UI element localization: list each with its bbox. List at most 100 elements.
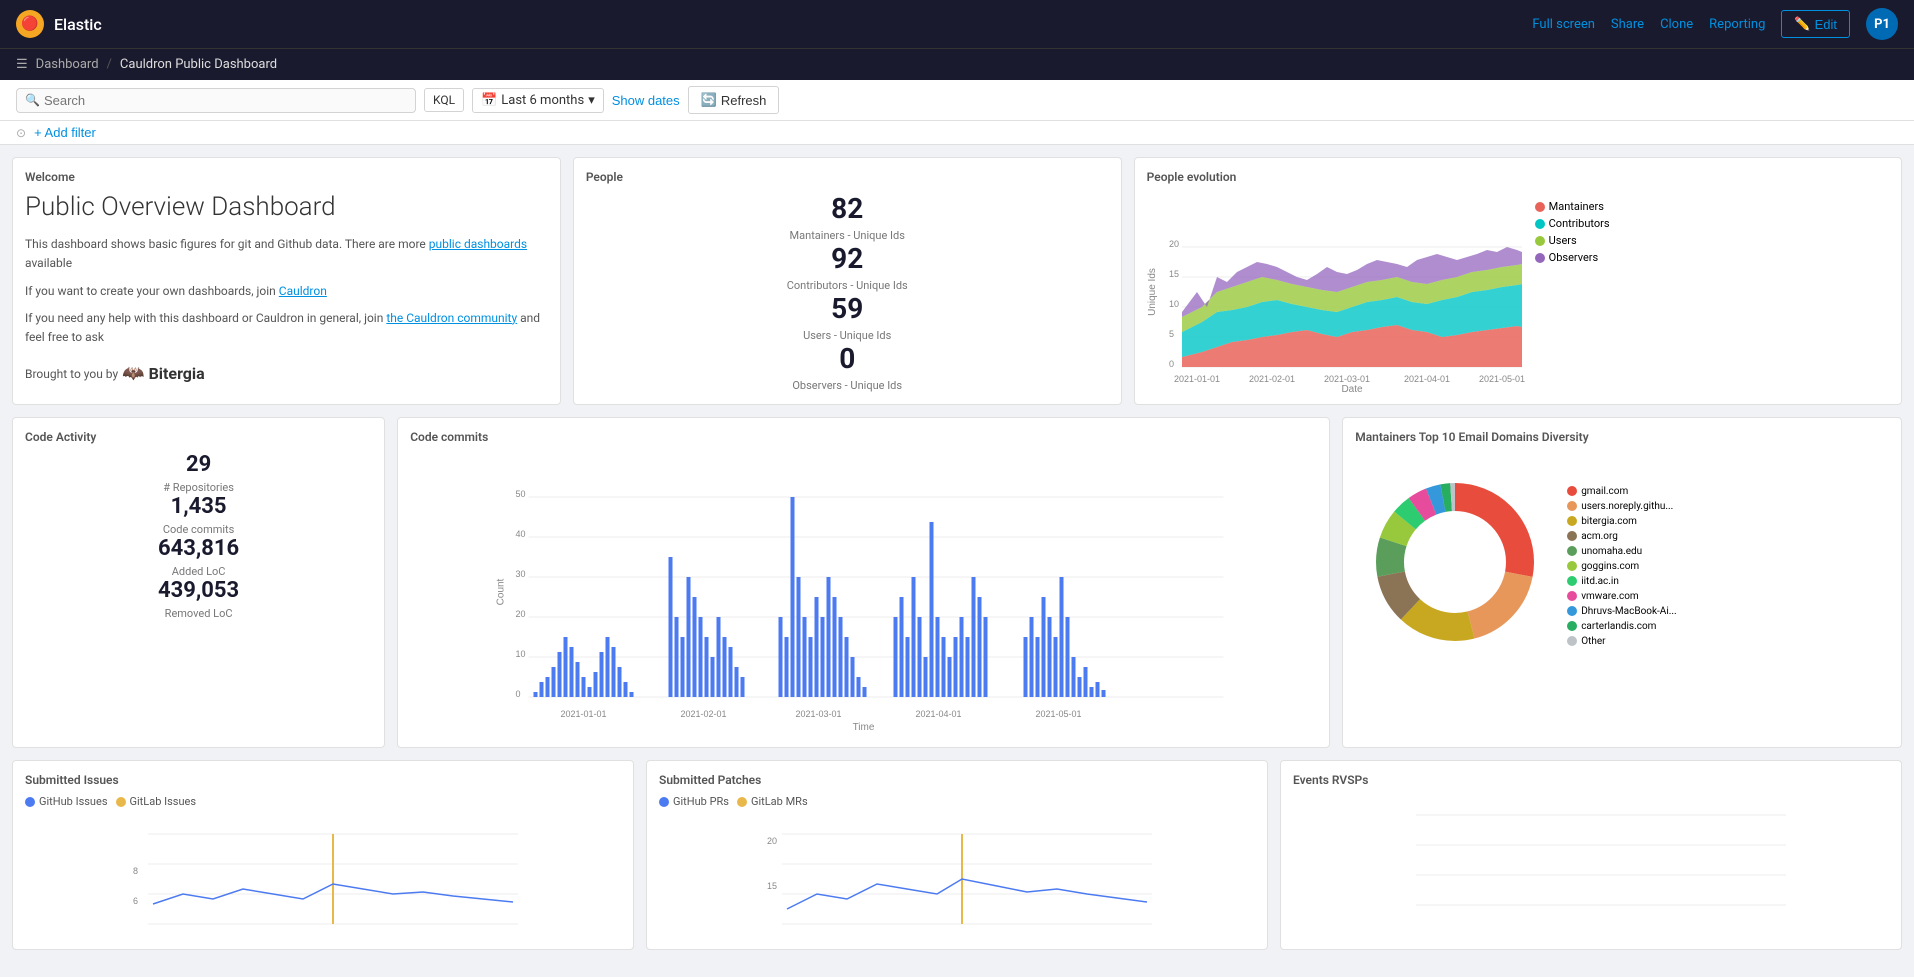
- welcome-panel: Welcome Public Overview Dashboard This d…: [12, 157, 561, 405]
- refresh-button[interactable]: 🔄 Refresh: [688, 86, 780, 114]
- clone-link[interactable]: Clone: [1660, 17, 1693, 32]
- svg-text:2021-03-01: 2021-03-01: [796, 709, 842, 719]
- ld-carter: [1567, 621, 1577, 631]
- events-rvsps-chart: [1293, 795, 1889, 915]
- ll-vmware: vmware.com: [1581, 591, 1639, 602]
- reporting-link[interactable]: Reporting: [1709, 17, 1765, 32]
- legend-bitergia: bitergia.com: [1567, 516, 1676, 527]
- legend-gh-prs: GitHub PRs: [659, 795, 729, 808]
- people-evo-chart: Unique Ids 0 5 10 15 20: [1147, 192, 1527, 392]
- ll-noreply: users.noreply.githu...: [1581, 501, 1673, 512]
- breadcrumb-sep: /: [107, 57, 112, 72]
- people-stats: 82 Mantainers - Unique Ids 92 Contributo…: [586, 192, 1109, 392]
- legend-dot-contributors: [1535, 219, 1545, 229]
- welcome-heading: Public Overview Dashboard: [25, 192, 548, 223]
- stat-added-loc-label: Added LoC: [25, 565, 372, 578]
- date-picker[interactable]: 📅 Last 6 months ▾: [472, 88, 604, 113]
- svg-text:20: 20: [1169, 239, 1179, 249]
- breadcrumb-dashboard[interactable]: Dashboard: [36, 57, 99, 72]
- ld-vmware: [1567, 591, 1577, 601]
- events-rvsps-title: Events RVSPs: [1293, 773, 1889, 787]
- ll-gmail: gmail.com: [1581, 486, 1628, 497]
- code-activity-panel: Code Activity 29 # Repositories 1,435 Co…: [12, 417, 385, 748]
- svg-text:Unique Ids: Unique Ids: [1147, 268, 1158, 316]
- ld-gl-mrs: [737, 797, 747, 807]
- email-domains-panel: Mantainers Top 10 Email Domains Diversit…: [1342, 417, 1902, 748]
- search-input[interactable]: [44, 93, 407, 108]
- ll-goggins: goggins.com: [1581, 561, 1639, 572]
- cauldron-link[interactable]: Cauldron: [279, 284, 327, 298]
- stat-observers-value: 0: [586, 342, 1109, 375]
- svg-text:2021-03-01: 2021-03-01: [1324, 374, 1370, 384]
- share-link[interactable]: Share: [1611, 17, 1644, 32]
- submitted-patches-legend: GitHub PRs GitLab MRs: [659, 795, 1255, 808]
- kql-badge[interactable]: KQL: [424, 88, 464, 112]
- top-nav: 🔴 Elastic Full screen Share Clone Report…: [0, 0, 1914, 48]
- svg-text:40: 40: [516, 529, 526, 539]
- stat-removed-loc-value: 439,053: [25, 578, 372, 603]
- fullscreen-link[interactable]: Full screen: [1532, 17, 1595, 32]
- ld-goggins: [1567, 561, 1577, 571]
- svg-text:20: 20: [767, 836, 777, 846]
- legend-unomaha: unomaha.edu: [1567, 546, 1676, 557]
- user-avatar[interactable]: P1: [1866, 8, 1898, 40]
- hamburger-icon[interactable]: ☰: [16, 57, 28, 72]
- svg-text:2021-02-01: 2021-02-01: [681, 709, 727, 719]
- edit-button[interactable]: ✏️ Edit: [1781, 10, 1850, 38]
- public-dashboards-link[interactable]: public dashboards: [429, 237, 527, 251]
- code-activity-title: Code Activity: [25, 430, 372, 444]
- cauldron-community-link[interactable]: the Cauldron community: [386, 311, 517, 325]
- add-filter-button[interactable]: + Add filter: [34, 125, 96, 140]
- ld-noreply: [1567, 501, 1577, 511]
- legend-contributors: Contributors: [1535, 217, 1625, 230]
- svg-text:6: 6: [133, 896, 138, 906]
- people-evo-chart-area: Unique Ids 0 5 10 15 20: [1147, 192, 1889, 392]
- ll-carter: carterlandis.com: [1581, 621, 1656, 632]
- legend-dot-users: [1535, 236, 1545, 246]
- svg-text:2021-02-01: 2021-02-01: [1249, 374, 1295, 384]
- legend-noreply: users.noreply.githu...: [1567, 501, 1676, 512]
- ll-iitd: iitd.ac.in: [1581, 576, 1619, 587]
- row-3: Submitted Issues GitHub Issues GitLab Is…: [12, 760, 1902, 950]
- people-panel: People 82 Mantainers - Unique Ids 92 Con…: [573, 157, 1122, 405]
- ll-gl-issues: GitLab Issues: [130, 795, 197, 808]
- ld-gmail: [1567, 486, 1577, 496]
- svg-text:15: 15: [767, 881, 777, 891]
- legend-gh-issues: GitHub Issues: [25, 795, 108, 808]
- ll-other: Other: [1581, 636, 1605, 647]
- stat-observers: 0 Observers - Unique Ids: [586, 342, 1109, 392]
- people-title: People: [586, 170, 1109, 184]
- submitted-issues-panel: Submitted Issues GitHub Issues GitLab Is…: [12, 760, 634, 950]
- svg-text:2021-04-01: 2021-04-01: [1404, 374, 1450, 384]
- show-dates-button[interactable]: Show dates: [612, 93, 680, 108]
- svg-text:10: 10: [516, 649, 526, 659]
- app-logo: 🔴: [16, 10, 44, 38]
- events-rvsps-panel: Events RVSPs: [1280, 760, 1902, 950]
- submitted-issues-title: Submitted Issues: [25, 773, 621, 787]
- stat-repos-label: # Repositories: [25, 481, 372, 494]
- svg-text:50: 50: [516, 489, 526, 499]
- stat-users-value: 59: [586, 292, 1109, 325]
- ll-acm: acm.org: [1581, 531, 1618, 542]
- toolbar: 🔍 KQL 📅 Last 6 months ▾ Show dates 🔄 Ref…: [0, 80, 1914, 121]
- email-domains-chart: gmail.com users.noreply.githu... bitergi…: [1355, 452, 1889, 672]
- legend-observers: Observers: [1535, 251, 1625, 264]
- svg-text:2021-01-01: 2021-01-01: [1174, 374, 1220, 384]
- svg-text:10: 10: [1169, 299, 1179, 309]
- legend-mantainers: Mantainers: [1535, 200, 1625, 213]
- code-activity-stats: 29 # Repositories 1,435 Code commits 643…: [25, 452, 372, 620]
- legend-other: Other: [1567, 636, 1676, 647]
- ll-gh-prs: GitHub PRs: [673, 795, 729, 808]
- edit-label: Edit: [1815, 17, 1837, 32]
- ld-other: [1567, 636, 1577, 646]
- stat-mantainers: 82 Mantainers - Unique Ids: [586, 192, 1109, 242]
- welcome-title: Welcome: [25, 170, 548, 184]
- ld-bitergia: [1567, 516, 1577, 526]
- ld-gl-issues: [116, 797, 126, 807]
- svg-text:8: 8: [133, 866, 138, 876]
- search-area[interactable]: 🔍: [16, 88, 416, 113]
- submitted-issues-chart: 8 6: [25, 814, 621, 934]
- people-evolution-panel: People evolution Unique Ids 0 5 10 15 20: [1134, 157, 1902, 405]
- ld-iitd: [1567, 576, 1577, 586]
- svg-text:30: 30: [516, 569, 526, 579]
